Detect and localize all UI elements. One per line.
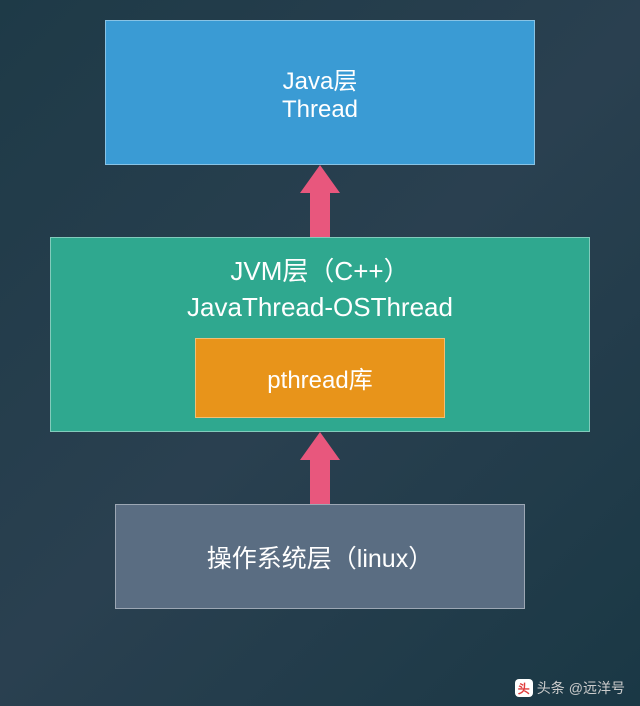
os-layer-box: 操作系统层（linux）: [115, 504, 525, 609]
pthread-label: pthread库: [267, 360, 372, 395]
jvm-layer-text: JVM层（C++） JavaThread-OSThread: [187, 253, 453, 326]
java-layer-title: Java层: [283, 61, 358, 96]
arrow-head-icon: [300, 432, 340, 460]
pthread-box: pthread库: [195, 338, 445, 418]
diagram-container: Java层 Thread JVM层（C++） JavaThread-OSThre…: [0, 0, 640, 706]
java-layer-box: Java层 Thread: [105, 20, 535, 165]
arrow-os-to-jvm: [306, 432, 334, 504]
arrow-shaft-icon: [310, 460, 330, 504]
jvm-layer-box: JVM层（C++） JavaThread-OSThread pthread库: [50, 237, 590, 432]
watermark-prefix: 头条: [537, 678, 565, 698]
jvm-layer-subtitle: JavaThread-OSThread: [187, 289, 453, 325]
java-layer-subtitle: Thread: [282, 96, 358, 124]
jvm-layer-title: JVM层（C++）: [187, 253, 453, 289]
watermark-author: @远洋号: [569, 678, 625, 698]
arrow-jvm-to-java: [306, 165, 334, 237]
arrow-shaft-icon: [310, 193, 330, 237]
toutiao-icon: 头: [515, 679, 533, 697]
arrow-head-icon: [300, 165, 340, 193]
watermark: 头 头条 @远洋号: [515, 678, 625, 698]
os-layer-title: 操作系统层（linux）: [207, 539, 433, 575]
